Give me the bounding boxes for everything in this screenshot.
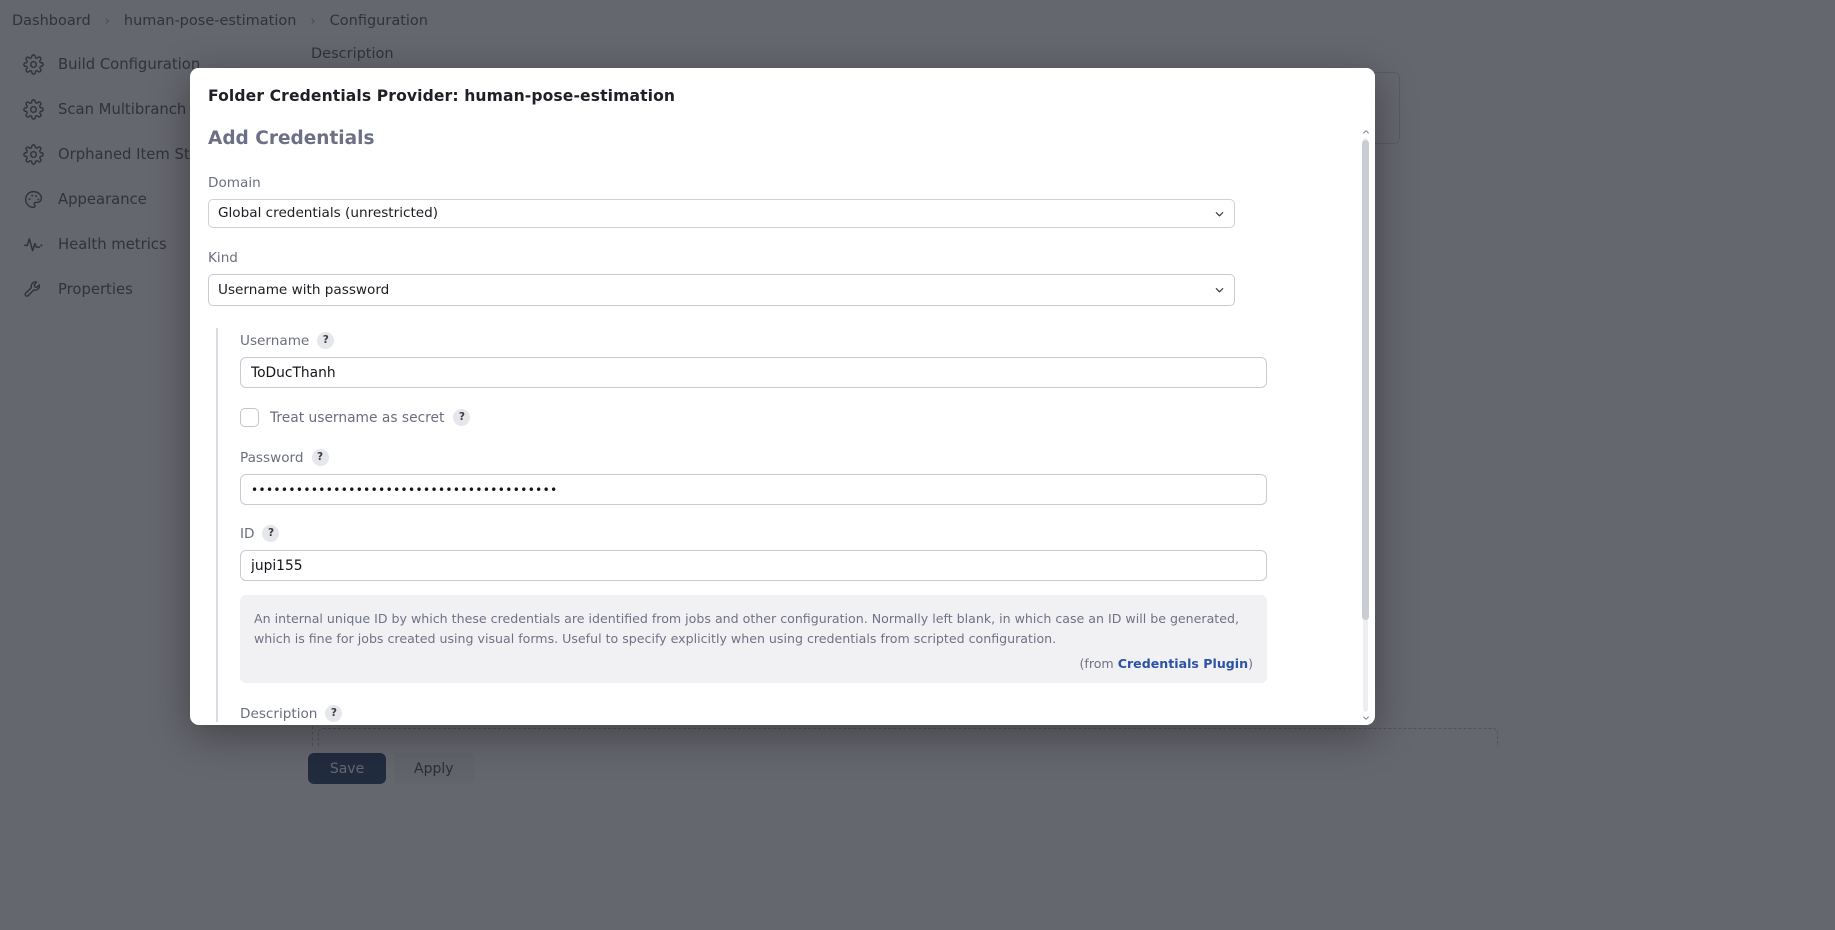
- id-input[interactable]: [240, 550, 1267, 581]
- password-field-group: Password ?: [240, 449, 1357, 505]
- domain-select[interactable]: Global credentials (unrestricted): [208, 199, 1235, 228]
- credentials-plugin-link[interactable]: Credentials Plugin: [1118, 656, 1248, 671]
- treat-username-as-secret-label: Treat username as secret ?: [270, 409, 471, 426]
- password-label: Password ?: [240, 449, 1357, 466]
- domain-field-group: Domain Global credentials (unrestricted): [208, 175, 1357, 228]
- username-input[interactable]: [240, 357, 1267, 388]
- help-icon[interactable]: ?: [311, 449, 329, 466]
- id-label: ID ?: [240, 525, 1357, 542]
- dialog-body: Add Credentials Domain Global credential…: [190, 124, 1375, 725]
- username-label: Username ?: [240, 332, 1357, 349]
- from-prefix: (from: [1079, 656, 1118, 672]
- add-credentials-dialog: Folder Credentials Provider: human-pose-…: [190, 68, 1375, 725]
- from-suffix: ): [1248, 656, 1253, 672]
- treat-username-as-secret-row[interactable]: Treat username as secret ?: [240, 408, 1357, 427]
- help-icon[interactable]: ?: [325, 705, 343, 723]
- scrollbar-thumb[interactable]: [1362, 140, 1369, 620]
- kind-select[interactable]: Username with password: [208, 274, 1235, 306]
- dialog-titlebar: Folder Credentials Provider: human-pose-…: [190, 68, 1375, 124]
- dialog-scrollbar[interactable]: [1360, 126, 1371, 724]
- scroll-up-icon[interactable]: [1360, 126, 1371, 138]
- id-help-source: (from Credentials Plugin): [254, 656, 1253, 671]
- kind-select-wrap: Username with password: [208, 274, 1235, 306]
- domain-label-text: Domain: [208, 175, 261, 191]
- password-input[interactable]: [240, 474, 1267, 505]
- id-help-text: An internal unique ID by which these cre…: [254, 611, 1239, 646]
- description-label: Description ?: [240, 705, 1357, 723]
- password-label-text: Password: [240, 449, 304, 466]
- description-label-text: Description: [240, 705, 318, 722]
- treat-username-as-secret-label-text: Treat username as secret: [270, 409, 445, 426]
- domain-label: Domain: [208, 175, 1357, 191]
- kind-field-group: Kind Username with password: [208, 250, 1357, 306]
- dialog-section-title: Add Credentials: [208, 128, 375, 149]
- kind-label: Kind: [208, 250, 1357, 266]
- help-icon[interactable]: ?: [262, 525, 280, 542]
- domain-select-wrap: Global credentials (unrestricted): [208, 199, 1235, 228]
- username-label-text: Username: [240, 332, 310, 349]
- id-label-text: ID: [240, 525, 255, 542]
- page-root: Dashboard › human-pose-estimation › Conf…: [0, 0, 1835, 930]
- help-icon[interactable]: ?: [453, 409, 471, 426]
- help-icon[interactable]: ?: [317, 332, 335, 349]
- id-help-panel: An internal unique ID by which these cre…: [240, 595, 1267, 684]
- id-field-group: ID ? An internal unique ID by which thes…: [240, 525, 1357, 684]
- kind-label-text: Kind: [208, 250, 238, 266]
- dialog-title: Folder Credentials Provider: human-pose-…: [208, 87, 676, 105]
- description-field-group: Description ?: [240, 705, 1357, 723]
- credential-details-block: Username ? Treat username as secret ?: [216, 328, 1357, 723]
- treat-username-as-secret-checkbox[interactable]: [240, 408, 259, 427]
- scroll-down-icon[interactable]: [1360, 712, 1371, 724]
- username-field-group: Username ?: [240, 332, 1357, 388]
